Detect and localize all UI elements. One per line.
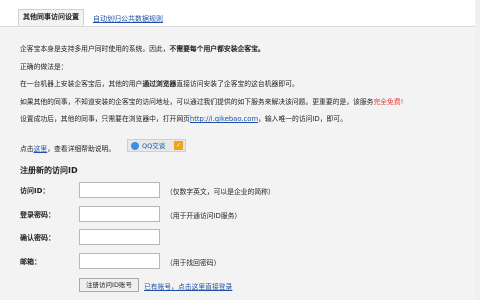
register-section-title: 注册新的访问ID <box>20 166 78 175</box>
intro-text: 正确的做法是： <box>20 63 68 71</box>
email-label: 邮箱： <box>20 258 41 266</box>
email-hint: （用于找回密码） <box>166 259 221 267</box>
intro-line-4: 如果其他的同事，不知道安装的企客宝的访问地址，可以通过我们提供的如下服务来解决该… <box>20 96 403 106</box>
login-password-input[interactable] <box>79 206 160 222</box>
intro-line-3: 在一台机器上安装企客宝后，其他的用户通过浏览器直接访问安装了企客宝的这台机器即可… <box>20 78 299 88</box>
scrollbar[interactable] <box>475 0 480 300</box>
intro-text: 企客宝本身是支持多用户同时使用的系统。因此， <box>20 45 170 53</box>
main-content <box>0 27 480 300</box>
login-link[interactable]: 已有账号，点击这里直接登录 <box>144 281 232 291</box>
intro-text: 设置成功后，其他的同事，只需要在浏览器中，打开网页 <box>20 115 190 123</box>
intro-emphasis: 通过浏览器 <box>142 80 177 88</box>
chat-bubble-icon: ✓ <box>174 141 183 150</box>
login-password-hint: （用于开通访问ID服务） <box>166 212 242 220</box>
tab-other-colleagues-access[interactable]: 其他同事访问设置 <box>18 9 84 26</box>
intro-text: ，查看详细帮助说明。 <box>47 145 116 153</box>
help-line: 点击这里，查看详细帮助说明。 <box>20 143 115 153</box>
email-input[interactable] <box>79 253 160 269</box>
register-button[interactable]: 注册访问ID账号 <box>79 278 139 292</box>
qq-chat-label: QQ交谈 <box>142 142 166 150</box>
access-id-hint: （仅数字英文，可以是企业的简称） <box>166 188 275 196</box>
qq-penguin-icon <box>131 142 139 150</box>
intro-text: ，输入唯一的访问ID，即可。 <box>258 115 347 123</box>
access-id-label: 访问ID： <box>20 187 50 195</box>
tab-bar: 其他同事访问设置 自动划归公共数据规则 <box>0 0 480 27</box>
help-link[interactable]: 这里 <box>34 145 48 153</box>
intro-text: 在一台机器上安装企客宝后，其他的用户 <box>20 80 143 88</box>
intro-line-1: 企客宝本身是支持多用户同时使用的系统。因此，不需要每个用户都安装企客宝。 <box>20 43 265 53</box>
qq-chat-button[interactable]: QQ交谈 ✓ <box>127 139 186 152</box>
intro-emphasis: 不需要每个用户都安装企客宝。 <box>169 45 265 53</box>
intro-text: 如果其他的同事，不知道安装的企客宝的访问地址，可以通过我们提供的如下服务来解决该… <box>20 98 374 106</box>
intro-line-5: 设置成功后，其他的同事，只需要在浏览器中，打开网页http://i.qikeba… <box>20 113 347 123</box>
confirm-password-input[interactable] <box>79 229 160 245</box>
login-password-label: 登录密码： <box>20 211 55 219</box>
qikebao-url-link[interactable]: http://i.qikebao.com <box>190 115 258 123</box>
intro-text: 点击 <box>20 145 34 153</box>
tab-public-data-rules[interactable]: 自动划归公共数据规则 <box>93 14 163 24</box>
access-id-input[interactable] <box>79 182 160 198</box>
confirm-password-label: 确认密码： <box>20 234 55 242</box>
free-badge-text: 完全免费! <box>373 98 404 106</box>
intro-text: 直接访问安装了企客宝的这台机器即可。 <box>176 80 299 88</box>
intro-line-2: 正确的做法是： <box>20 61 68 71</box>
